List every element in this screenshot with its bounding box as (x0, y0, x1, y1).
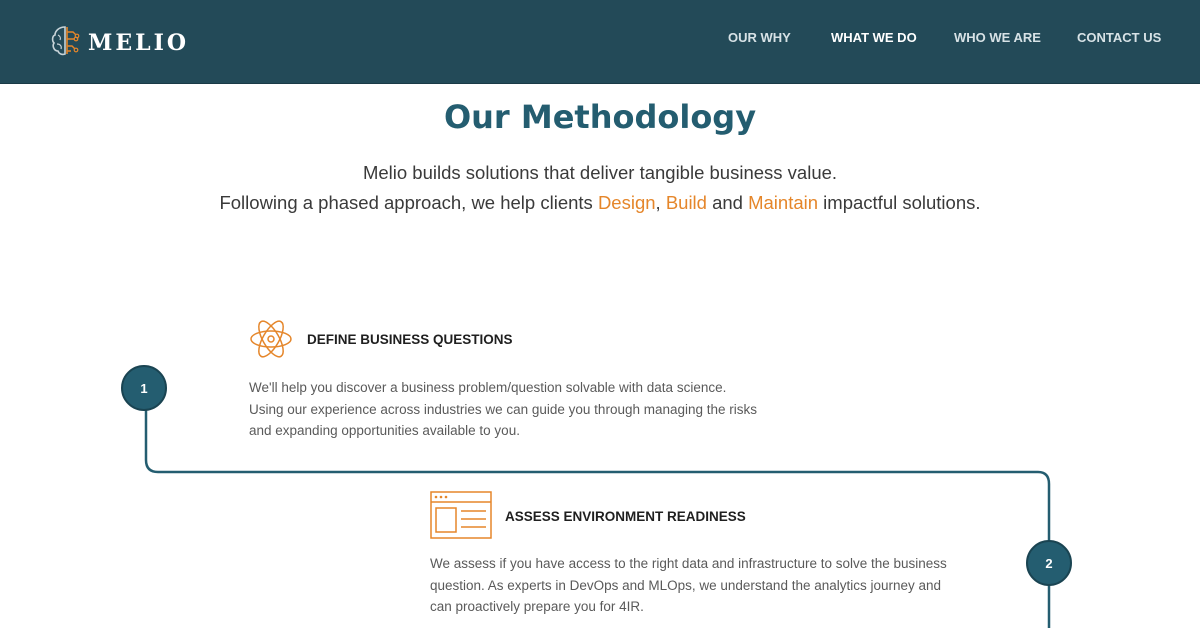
top-navigation-bar: MELIO OUR WHY WHAT WE DO WHO WE ARE CONT… (0, 0, 1200, 84)
step-heading: DEFINE BUSINESS QUESTIONS (307, 332, 513, 347)
intro-prefix: Following a phased approach, we help cli… (219, 192, 598, 213)
nav-what-we-do[interactable]: WHAT WE DO (831, 30, 917, 45)
timeline-connector (144, 408, 1051, 628)
step-description: We'll help you discover a business probl… (249, 380, 758, 438)
step-number-badge: 2 (1026, 540, 1072, 586)
highlight-maintain: Maintain (748, 192, 819, 213)
step-number-badge: 1 (121, 365, 167, 411)
intro-and: and (706, 192, 749, 213)
page-title: Our Methodology (443, 98, 757, 136)
nav-who-we-are[interactable]: WHO WE ARE (954, 30, 1041, 45)
atom-icon (249, 316, 293, 367)
intro-suffix: impactful solutions. (818, 192, 981, 213)
nav-our-why[interactable]: OUR WHY (728, 30, 791, 45)
step-description: We assess if you have access to the righ… (430, 556, 947, 614)
intro-line-2: Following a phased approach, we help cli… (0, 192, 1200, 214)
intro-line-1: Melio builds solutions that deliver tang… (362, 162, 838, 183)
main-nav: OUR WHY WHAT WE DO WHO WE ARE CONTACT US (0, 30, 1200, 50)
highlight-design: Design (597, 192, 656, 213)
browser-window-icon (430, 491, 492, 544)
intro-comma: , (655, 192, 661, 213)
highlight-build: Build (665, 192, 707, 213)
nav-contact-us[interactable]: CONTACT US (1077, 30, 1161, 45)
step-heading: ASSESS ENVIRONMENT READINESS (505, 509, 746, 524)
